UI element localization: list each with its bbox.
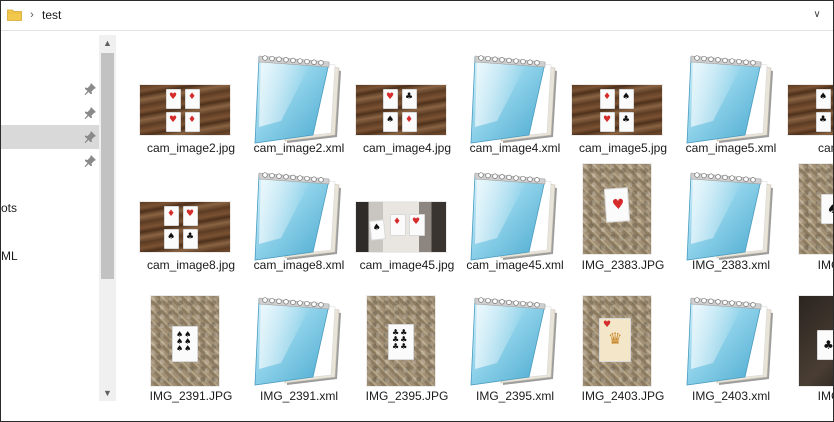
file-name: IMG_2383.JPG — [581, 258, 665, 272]
notepad-icon — [677, 168, 785, 264]
image-thumbnail: ♠ — [785, 164, 833, 264]
image-thumbnail: ♦ ♠ ♥ ♣ — [569, 51, 677, 147]
pin-icon[interactable] — [83, 106, 97, 120]
file-name: IMG_2403.xml — [691, 389, 771, 403]
file-name: IMG_2403.JPG — [581, 389, 665, 403]
scroll-down-button[interactable]: ▼ — [99, 385, 116, 401]
file-name: cam_image2.jpg — [146, 141, 236, 155]
image-thumbnail: ♥ ♛ — [569, 293, 677, 389]
nav-item-xml[interactable]: ML — [1, 249, 18, 263]
image-thumbnail: ♠♠ ♠♠ ♠♠ — [137, 293, 245, 389]
notepad-icon — [245, 293, 353, 389]
file-name: cam_image45.xml — [466, 258, 564, 272]
image-thumbnail: ♥ — [569, 164, 677, 264]
notepad-icon — [461, 51, 569, 147]
file-name: cam_image4.jpg — [362, 141, 452, 155]
scroll-up-button[interactable]: ▲ — [99, 35, 116, 51]
image-thumbnail: ♥ ♦ ♥ ♦ — [137, 51, 245, 147]
image-thumbnail: ♠ ♣ — [785, 51, 833, 147]
notepad-icon — [461, 168, 569, 264]
image-thumbnail: ♣ — [785, 293, 833, 389]
file-list: ♥ ♦ ♥ ♦ cam_image2.jpg cam_image2.xml ♥ … — [117, 31, 833, 421]
explorer-window: › test ∨ ots ML ▲ ▼ ♥ ♦ ♥ ♦ cam_image2.j… — [0, 0, 834, 422]
file-name: IMG_2383.xml — [691, 258, 771, 272]
file-name: cam_image8.xml — [253, 258, 345, 272]
scroll-thumb[interactable] — [101, 53, 114, 279]
chevron-right-icon[interactable]: › — [26, 7, 38, 23]
chevron-down-icon[interactable]: ∨ — [809, 7, 825, 23]
file-name: IMG_2395.xml — [475, 389, 555, 403]
breadcrumb-test[interactable]: test — [42, 7, 61, 23]
file-name: cam_image2.xml — [253, 141, 345, 155]
image-thumbnail: ♠ ♦ ♥ — [353, 168, 461, 264]
file-name: cam_image45.jpg — [359, 258, 455, 272]
pin-icon[interactable] — [83, 82, 97, 96]
notepad-icon — [677, 51, 785, 147]
file-name: IMG_23 — [817, 258, 833, 272]
notepad-icon — [245, 168, 353, 264]
nav-item-screenshots[interactable]: ots — [1, 201, 17, 215]
image-thumbnail: ♥ ♣ ♠ ♦ — [353, 51, 461, 147]
file-name: cam_image4.xml — [469, 141, 561, 155]
file-name: cam_image5.jpg — [578, 141, 668, 155]
notepad-icon — [677, 293, 785, 389]
file-name: IMG_2391.xml — [259, 389, 339, 403]
image-thumbnail: ♣♣ ♣♣ ♣♣ — [353, 293, 461, 389]
file-name: cam_image5.xml — [685, 141, 777, 155]
address-bar[interactable]: › test ∨ — [1, 1, 833, 31]
pin-icon[interactable] — [83, 154, 97, 168]
pin-icon[interactable] — [83, 130, 97, 144]
file-name: IMG_2395.JPG — [365, 389, 449, 403]
file-name: IMG_24 — [817, 389, 833, 403]
notepad-icon — [461, 293, 569, 389]
file-name: cam_im — [817, 141, 833, 155]
image-thumbnail: ♦ ♥ ♠ ♣ — [137, 168, 245, 264]
file-name: cam_image8.jpg — [146, 258, 236, 272]
file-name: IMG_2391.JPG — [149, 389, 233, 403]
nav-scrollbar[interactable]: ▲ ▼ — [99, 35, 116, 401]
notepad-icon — [245, 51, 353, 147]
folder-icon — [7, 9, 22, 21]
